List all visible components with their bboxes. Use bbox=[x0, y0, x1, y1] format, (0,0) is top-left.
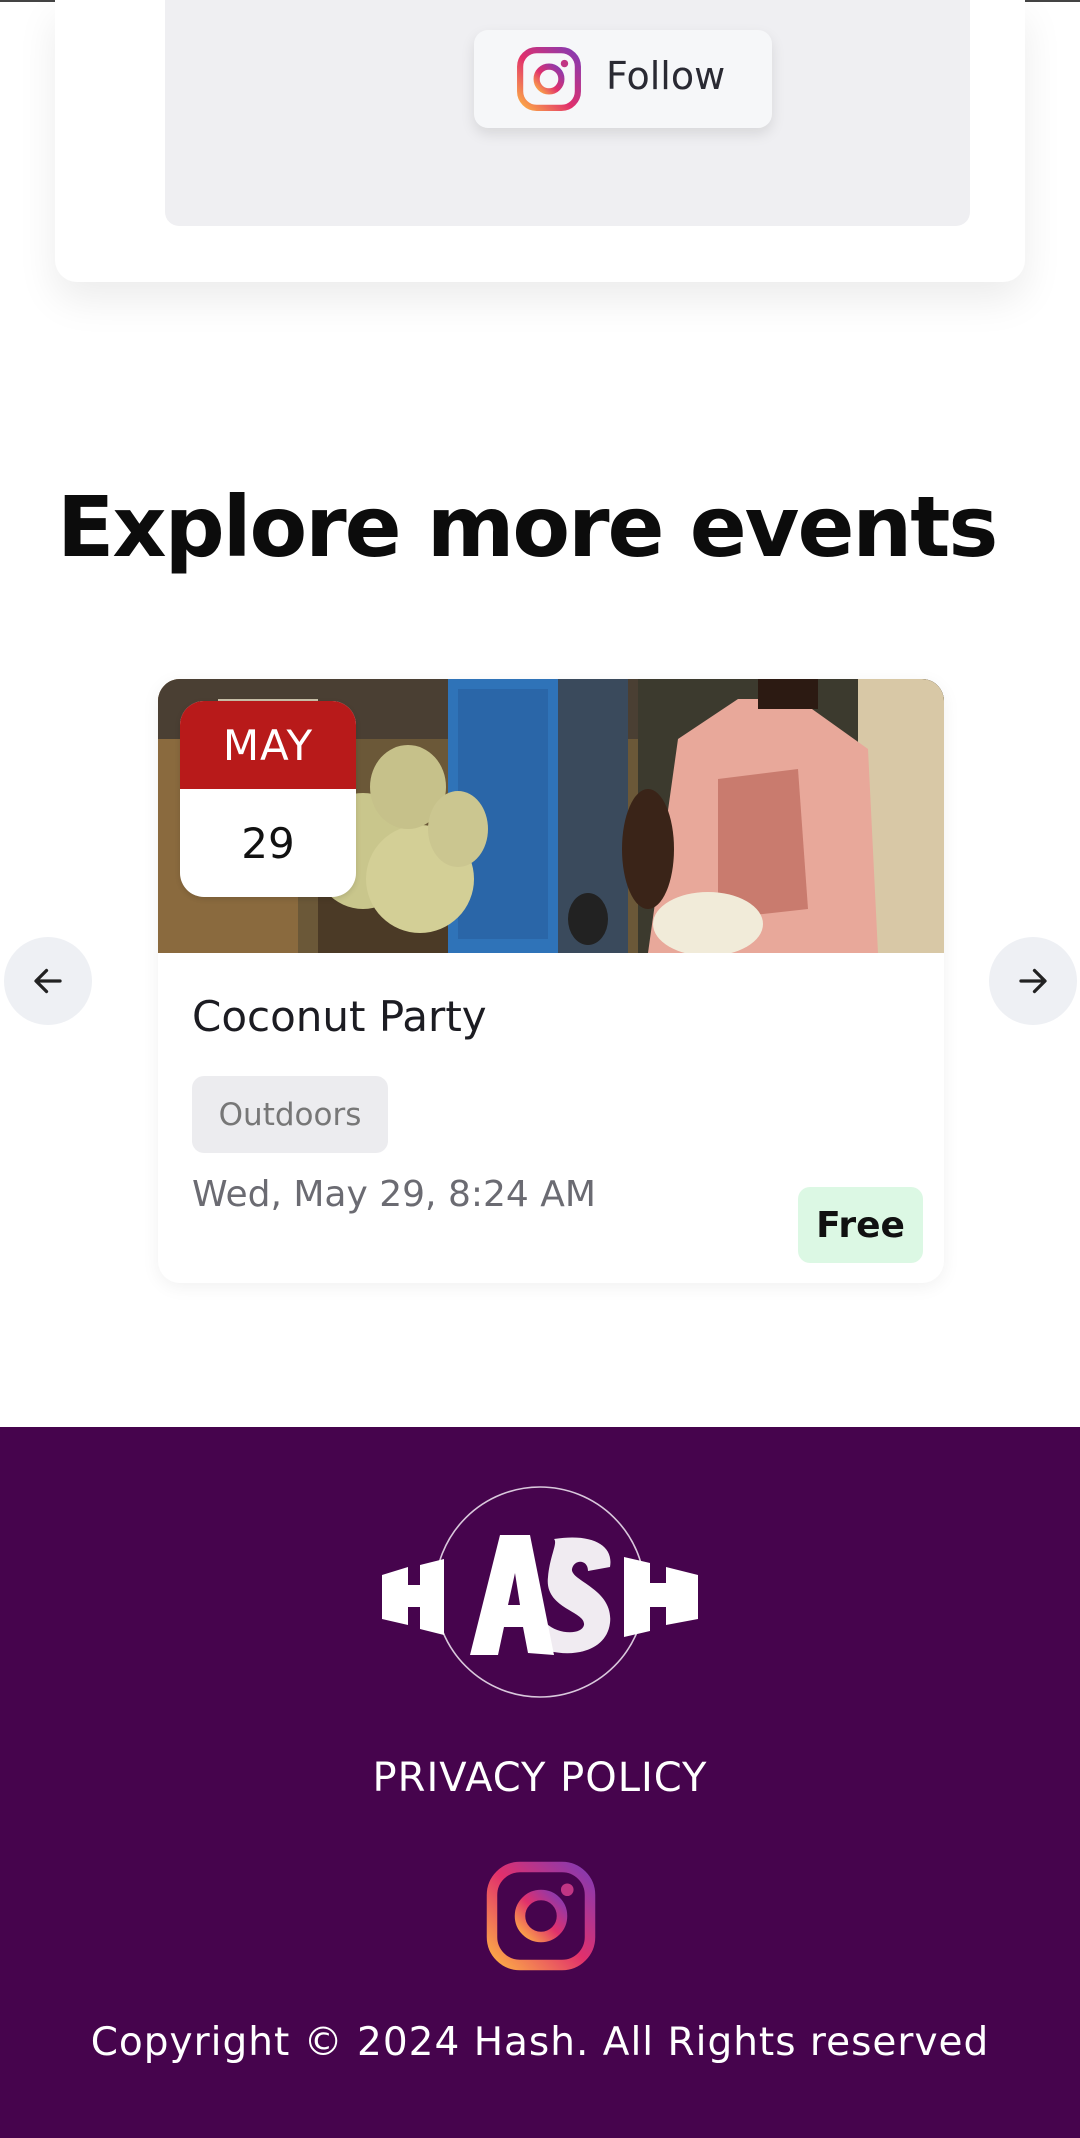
carousel-prev-button[interactable] bbox=[4, 937, 92, 1025]
copyright-text: Copyright © 2024 Hash. All Rights reserv… bbox=[90, 2020, 990, 2065]
footer: PRIVACY POLICY Copyright © 2024 Hash. Al… bbox=[0, 1427, 1080, 2138]
hash-logo bbox=[382, 1486, 698, 1698]
date-badge-month: MAY bbox=[180, 701, 356, 789]
arrow-right-icon bbox=[1019, 968, 1047, 994]
follow-button[interactable]: Follow bbox=[474, 30, 772, 128]
event-card[interactable]: MAY 29 Coconut Party Outdoors Wed, May 2… bbox=[158, 679, 944, 1283]
carousel-next-button[interactable] bbox=[989, 937, 1077, 1025]
privacy-policy-link[interactable]: PRIVACY POLICY bbox=[0, 1755, 1080, 1801]
event-price-badge: Free bbox=[798, 1187, 923, 1263]
date-badge-day: 29 bbox=[241, 818, 295, 868]
section-heading: Explore more events bbox=[57, 478, 998, 576]
follow-label: Follow bbox=[606, 54, 726, 98]
instagram-embed-card: Follow bbox=[55, 0, 1025, 282]
event-title: Coconut Party bbox=[192, 992, 487, 1041]
instagram-icon bbox=[517, 47, 581, 111]
event-category-tag: Outdoors bbox=[192, 1076, 388, 1153]
arrow-left-icon bbox=[34, 968, 62, 994]
date-badge: MAY 29 bbox=[180, 701, 356, 897]
instagram-icon[interactable] bbox=[485, 1860, 597, 1972]
event-datetime: Wed, May 29, 8:24 AM bbox=[192, 1174, 596, 1215]
